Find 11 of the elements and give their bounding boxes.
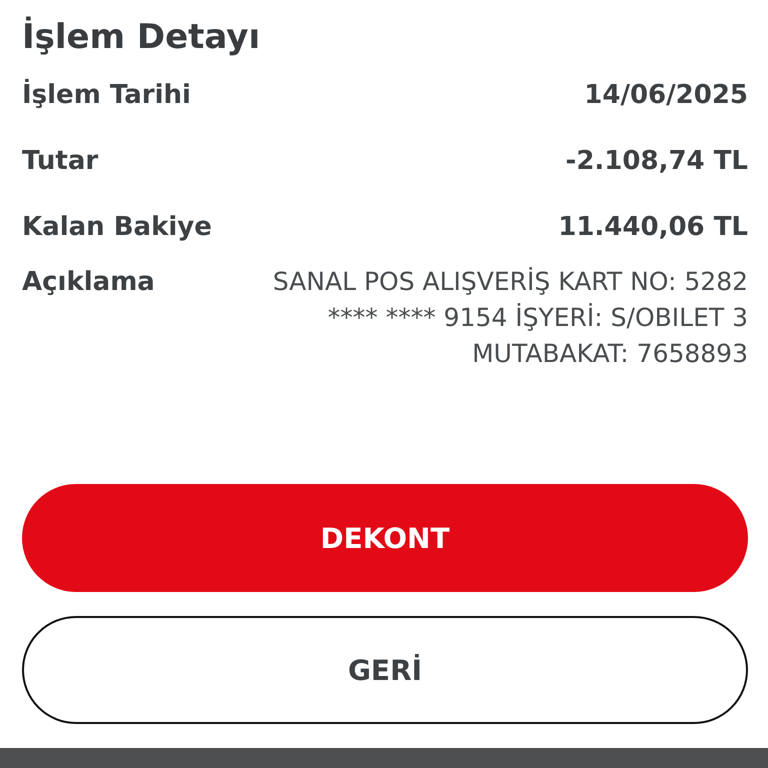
detail-value: -2.108,74 TL	[566, 146, 748, 176]
detail-label: Tutar	[22, 146, 98, 176]
description-label: Açıklama	[22, 266, 155, 299]
description-text: SANAL POS ALIŞVERİŞ KART NO: 5282 **** **** 9154 İŞYERİ: S/OBILET 3 MUTABAKAT: 7658893	[272, 266, 748, 370]
detail-value: 11.440,06 TL	[558, 212, 748, 242]
detail-label: İşlem Tarihi	[22, 80, 191, 110]
detail-value: 14/06/2025	[584, 80, 748, 110]
page-title: İşlem Detayı	[22, 16, 262, 59]
detail-label: Kalan Bakiye	[22, 212, 212, 242]
receipt-button[interactable]: DEKONT	[22, 484, 748, 592]
back-button[interactable]: GERİ	[22, 616, 748, 724]
